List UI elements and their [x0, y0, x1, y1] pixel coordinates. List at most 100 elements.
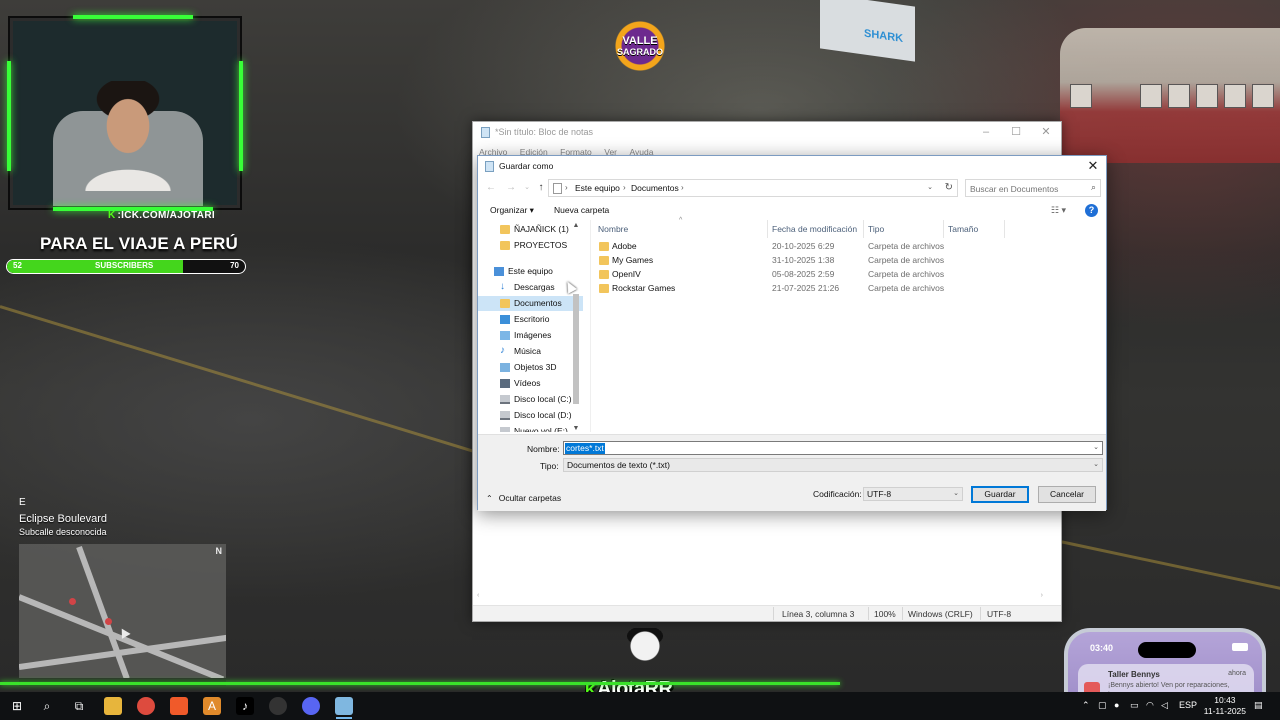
- column-fecha[interactable]: Fecha de modificación: [772, 224, 857, 234]
- file-explorer-icon[interactable]: [104, 697, 122, 715]
- up-arrow-icon[interactable]: ↑: [534, 181, 548, 195]
- forward-arrow-icon[interactable]: →: [504, 181, 518, 195]
- line-ending: Windows (CRLF): [908, 609, 973, 619]
- drive-icon: [500, 411, 510, 420]
- encoding-label: Codificación:: [813, 489, 862, 499]
- wifi-icon[interactable]: ◠: [1146, 700, 1154, 711]
- sort-arrow-icon: ^: [679, 217, 683, 224]
- column-nombre[interactable]: Nombre: [598, 224, 628, 234]
- filename-dropdown-icon[interactable]: ⌄: [1093, 443, 1099, 451]
- address-bar[interactable]: › Este equipo › Documentos › ⌄ ↻: [548, 179, 958, 197]
- sidebar-item-ñajañick-1[interactable]: ÑAJAÑICK (1): [478, 222, 583, 237]
- map-blip: [105, 618, 112, 625]
- notifications-icon[interactable]: ▤: [1254, 700, 1263, 711]
- close-button[interactable]: ✕: [1031, 124, 1061, 140]
- file-date: 31-10-2025 1:38: [772, 255, 835, 265]
- view-options-icon[interactable]: ☷ ▾: [1051, 205, 1066, 216]
- cancel-button[interactable]: Cancelar: [1038, 486, 1096, 503]
- status-encoding: UTF-8: [987, 609, 1012, 619]
- windows-start-icon[interactable]: ⊞: [8, 697, 26, 715]
- sidebar-item-documentos[interactable]: Documentos: [478, 296, 583, 311]
- sidebar-item-música[interactable]: ♪ Música: [478, 344, 583, 359]
- new-folder-button[interactable]: Nueva carpeta: [554, 205, 609, 215]
- language-indicator[interactable]: ESP: [1179, 700, 1197, 710]
- help-icon[interactable]: ?: [1085, 204, 1098, 217]
- address-dropdown-icon[interactable]: ⌄: [927, 183, 933, 191]
- obs-icon[interactable]: [269, 697, 287, 715]
- filetype-dropdown-icon[interactable]: ⌄: [1093, 460, 1099, 468]
- sidebar-item-este-equipo[interactable]: Este equipo: [478, 264, 583, 279]
- volume-icon[interactable]: ◁: [1161, 700, 1168, 711]
- chrome-icon[interactable]: [137, 697, 155, 715]
- drive-icon: [500, 395, 510, 404]
- download-icon: ↓: [500, 281, 505, 292]
- discord-icon[interactable]: [302, 697, 320, 715]
- search-box[interactable]: ⌕: [965, 179, 1101, 197]
- filename-label: Nombre:: [527, 444, 560, 454]
- sidebar-item-imágenes[interactable]: Imágenes: [478, 328, 583, 343]
- tiktok-icon[interactable]: ♪: [236, 697, 254, 715]
- sidebar-item-label: Objetos 3D: [514, 362, 557, 372]
- save-button[interactable]: Guardar: [971, 486, 1029, 503]
- filename-value[interactable]: cortes*.txt: [565, 443, 605, 454]
- app-a-icon[interactable]: A: [203, 697, 221, 715]
- organize-menu[interactable]: Organizar ▾: [490, 205, 534, 216]
- breadcrumb-documentos[interactable]: Documentos: [631, 183, 679, 193]
- hide-folders-toggle[interactable]: ⌃ Ocultar carpetas: [486, 493, 561, 503]
- sidebar-item-proyectos[interactable]: PROYECTOS: [478, 238, 583, 253]
- network-icon[interactable]: ▢: [1098, 700, 1107, 711]
- search-icon[interactable]: ⌕: [1091, 182, 1096, 193]
- encoding-dropdown-icon[interactable]: ⌄: [953, 489, 959, 497]
- maximize-button[interactable]: ☐: [1001, 124, 1031, 140]
- navigation-scrollbar[interactable]: ▲ ▼: [571, 222, 581, 432]
- goal-title: PARA EL VIAJE A PERÚ: [40, 234, 238, 253]
- column-tipo[interactable]: Tipo: [868, 224, 884, 234]
- file-date: 20-10-2025 6:29: [772, 241, 835, 251]
- filetype-select[interactable]: Documentos de texto (*.txt) ⌄: [563, 458, 1103, 472]
- kick-icon: K: [108, 210, 116, 221]
- sidebar-item-escritorio[interactable]: Escritorio: [478, 312, 583, 327]
- file-list: ^ Nombre Fecha de modificación Tipo Tama…: [590, 217, 1105, 432]
- file-row[interactable]: Adobe 20-10-2025 6:29 Carpeta de archivos: [591, 240, 1105, 254]
- notification-title: Taller Bennys: [1108, 670, 1160, 679]
- brave-icon[interactable]: [170, 697, 188, 715]
- battery-tray-icon[interactable]: ▭: [1130, 700, 1139, 711]
- search-icon[interactable]: ⌕: [38, 697, 56, 715]
- filename-field[interactable]: cortes*.txt ⌄: [563, 441, 1103, 455]
- breadcrumb-este-equipo[interactable]: Este equipo: [575, 183, 620, 193]
- goal-label: SUBSCRIBERS: [95, 261, 154, 270]
- back-arrow-icon[interactable]: ←: [484, 181, 498, 195]
- file-row[interactable]: My Games 31-10-2025 1:38 Carpeta de archiv…: [591, 254, 1105, 268]
- search-input[interactable]: [970, 182, 1080, 195]
- sidebar-item-disco-local-d[interactable]: Disco local (D:): [478, 408, 583, 423]
- dialog-titlebar: Guardar como ✕: [478, 156, 1106, 176]
- file-row[interactable]: Rockstar Games 21-07-2025 21:26 Carpeta de…: [591, 282, 1105, 296]
- kick-channel-link: K:ICK.COM/AJOTARI: [108, 210, 215, 221]
- horizontal-scrollbar[interactable]: ‹ ›: [475, 592, 1045, 604]
- dialog-close-button[interactable]: ✕: [1084, 158, 1102, 174]
- file-row[interactable]: OpenIV 05-08-2025 2:59 Carpeta de archivos: [591, 268, 1105, 282]
- minimize-button[interactable]: –: [971, 124, 1001, 140]
- task-view-icon[interactable]: ⧉: [70, 697, 88, 715]
- sidebar-item-nuevo-vol-e[interactable]: Nuevo vol (E:): [478, 424, 583, 432]
- encoding-select[interactable]: UTF-8 ⌄: [863, 487, 963, 501]
- recent-dropdown-icon[interactable]: ⌄: [520, 181, 534, 195]
- taskbar-clock[interactable]: 10:43 11-11-2025: [1204, 695, 1246, 717]
- address-row: ← → ⌄ ↑ › Este equipo › Documentos › ⌄ ↻…: [478, 178, 1106, 198]
- notepad-taskbar-icon[interactable]: [335, 697, 353, 719]
- microphone-icon[interactable]: ●: [1114, 700, 1119, 710]
- tray-expand-icon[interactable]: ⌃: [1082, 700, 1090, 711]
- file-name: OpenIV: [612, 269, 641, 279]
- column-tamano[interactable]: Tamaño: [948, 224, 978, 234]
- sidebar-item-label: Descargas: [514, 282, 555, 292]
- refresh-icon[interactable]: ↻: [945, 182, 953, 193]
- folder-icon: [599, 284, 609, 293]
- sidebar-item-objetos-3d[interactable]: Objetos 3D: [478, 360, 583, 375]
- sidebar-item-disco-local-c[interactable]: Disco local (C:): [478, 392, 583, 407]
- sidebar-item-label: Escritorio: [514, 314, 550, 324]
- notepad-titlebar: *Sin título: Bloc de notas – ☐ ✕: [473, 122, 1061, 142]
- sidebar-item-vídeos[interactable]: Vídeos: [478, 376, 583, 391]
- valle-sagrado-logo: VALLE SAGRADO: [612, 20, 668, 72]
- sidebar-item-label: Imágenes: [514, 330, 552, 340]
- streamer-face: [83, 81, 173, 191]
